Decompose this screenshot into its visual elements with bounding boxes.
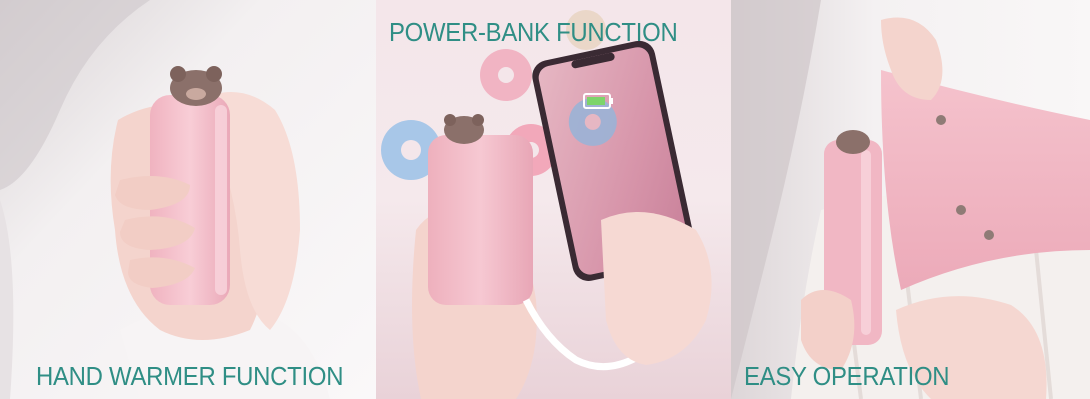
easy-operation-photo (731, 0, 1090, 399)
product-feature-banner: HAND WARMER FUNCTION POWER-BANK FUNCTION… (0, 0, 1090, 399)
caption-power-bank: POWER-BANK FUNCTION (389, 17, 678, 47)
power-bank-photo (376, 0, 731, 399)
hand-warmer-illustration (0, 0, 376, 399)
caption-hand-warmer: HAND WARMER FUNCTION (36, 361, 344, 391)
caption-easy-operation: EASY OPERATION (744, 361, 950, 391)
hand-warmer-photo (0, 0, 376, 399)
easy-operation-illustration (731, 0, 1090, 399)
power-bank-illustration (376, 0, 731, 399)
